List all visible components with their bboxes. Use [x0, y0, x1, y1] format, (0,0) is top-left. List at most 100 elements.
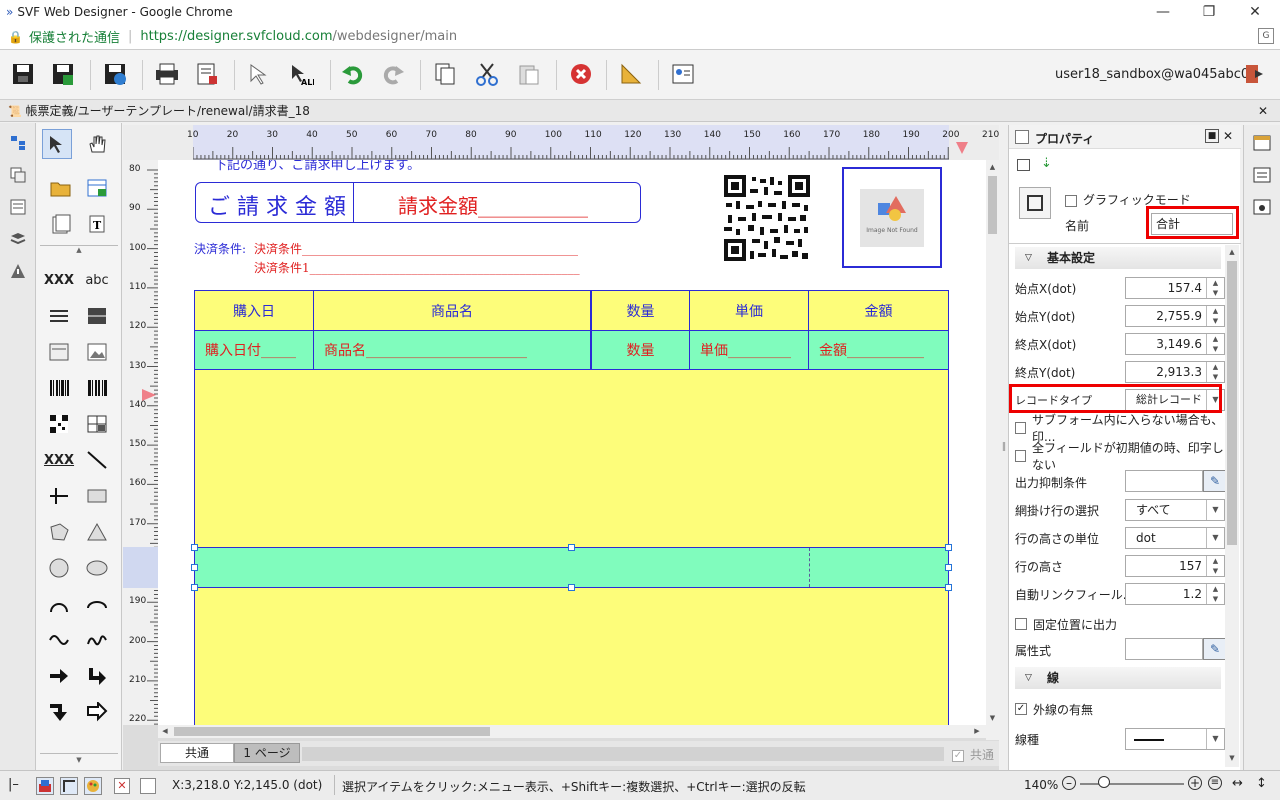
fit-height-icon[interactable]: ↕ — [1256, 776, 1267, 791]
data-source-icon[interactable] — [82, 173, 112, 203]
image-field[interactable]: Image Not Found — [842, 167, 942, 268]
rectangle-tool-icon[interactable] — [82, 481, 112, 511]
close-properties-icon[interactable]: ✕ — [1223, 129, 1233, 143]
close-window-button[interactable]: ✕ — [1232, 0, 1278, 24]
select-all-icon[interactable]: ALL — [286, 58, 316, 90]
table-detail-field[interactable]: 単価_________ — [689, 330, 809, 370]
polygon-tool-icon[interactable] — [44, 517, 74, 547]
table-header-cell[interactable]: 数量 — [591, 290, 690, 331]
zoom-fit-icon[interactable]: ≡ — [1208, 776, 1222, 790]
address-bar[interactable]: 🔒 保護された通信 | https://designer.svfcloud.co… — [0, 24, 1280, 50]
zoom-slider-track[interactable] — [1080, 783, 1184, 785]
barcode-icon[interactable] — [44, 373, 74, 403]
table-header-cell[interactable]: 単価 — [689, 290, 809, 331]
grid-toggle-icon[interactable] — [60, 777, 78, 795]
layers-icon[interactable] — [6, 227, 30, 251]
record-type-select[interactable]: 総計レコード ▼ — [1125, 389, 1225, 411]
resize-handle-tc[interactable] — [568, 544, 575, 551]
save-icon[interactable] — [8, 58, 38, 90]
qr-code[interactable] — [724, 175, 810, 261]
arrow-turn-down-icon[interactable] — [44, 697, 74, 727]
paste-icon[interactable] — [514, 58, 544, 90]
top-margin-marker[interactable] — [141, 388, 157, 402]
zoom-in-icon[interactable]: + — [1188, 776, 1202, 790]
resize-handle-mr[interactable] — [945, 564, 952, 571]
allfield-checkbox[interactable]: 全フィールドが初期値の時、印字しない — [1015, 441, 1225, 472]
resize-handle-bl[interactable] — [191, 584, 198, 591]
edit-pencil-icon[interactable]: ✎ — [1203, 470, 1227, 492]
print-icon[interactable] — [152, 58, 182, 90]
save-as-icon[interactable] — [48, 58, 78, 90]
start-y-input[interactable]: 2,755.9 ▲ ▼ — [1125, 305, 1225, 327]
table-detail-field[interactable]: 商品名_______________________ — [313, 330, 591, 370]
fixed-position-checkbox[interactable]: 固定位置に出力 — [1015, 612, 1225, 636]
logout-icon[interactable] — [1240, 58, 1270, 90]
section-basic-settings[interactable]: ▽ 基本設定 — [1015, 247, 1221, 269]
freehand-tool-icon[interactable] — [82, 625, 112, 655]
canvas-vertical-scrollbar[interactable]: ▲ ▼ — [986, 160, 999, 740]
arrow-right-icon[interactable] — [44, 661, 74, 691]
horizontal-scroll-thumb[interactable] — [174, 727, 490, 736]
barcode2-icon[interactable] — [82, 373, 112, 403]
color-palette-icon[interactable] — [36, 777, 54, 795]
pin-icon[interactable]: ■ — [1205, 129, 1219, 143]
invoice-amount-field[interactable]: 請求金額___________ — [398, 190, 588, 219]
auto-link-input[interactable]: 1.2 ▲ ▼ — [1125, 583, 1225, 605]
table-detail-field[interactable]: 購入日付_____ — [194, 330, 314, 370]
table-header-cell[interactable]: 購入日 — [194, 290, 314, 331]
literal-tool-label[interactable]: abc — [82, 265, 112, 295]
attribute-pencil-icon[interactable]: ✎ — [1203, 638, 1227, 660]
restore-button[interactable]: ❐ — [1186, 0, 1232, 24]
resize-handle-br[interactable] — [945, 584, 952, 591]
image-tool-icon[interactable] — [82, 337, 112, 367]
minimize-button[interactable]: — — [1140, 0, 1186, 24]
line-type-select[interactable]: ▼ — [1125, 728, 1225, 750]
preview-panel-icon[interactable] — [1252, 197, 1272, 217]
payment-terms-label[interactable]: 決済条件: — [194, 240, 246, 257]
repeat-field-label[interactable]: XXX — [44, 445, 74, 475]
arc-tool-icon[interactable] — [44, 589, 74, 619]
open-folder-icon[interactable] — [46, 173, 76, 203]
text-tool-icon[interactable]: T — [82, 209, 112, 239]
cross-line-icon[interactable] — [44, 481, 74, 511]
line-tool-icon[interactable] — [82, 445, 112, 475]
select-cursor-icon[interactable] — [244, 58, 274, 90]
table-detail-field[interactable]: 金額___________ — [808, 330, 949, 370]
align-left-icon[interactable]: |– — [8, 777, 19, 792]
qrcode-tool-icon[interactable] — [44, 409, 74, 439]
tab-common[interactable]: 共通 — [160, 743, 234, 763]
stripe-select[interactable]: すべて ▼ — [1125, 499, 1225, 521]
ellipse-arc-icon[interactable] — [82, 589, 112, 619]
table-detail-field[interactable]: 数量 — [591, 330, 690, 370]
suppress-input[interactable] — [1125, 470, 1203, 492]
delete-icon[interactable] — [566, 58, 596, 90]
record-icon[interactable] — [82, 301, 112, 331]
subform-checkbox[interactable]: サブフォーム内に入らない場合も、印... — [1015, 413, 1225, 444]
preview-icon[interactable] — [192, 58, 222, 90]
end-y-input[interactable]: 2,913.3 ▲ ▼ — [1125, 361, 1225, 383]
green-arrow-icon[interactable]: ⇣ — [1041, 156, 1052, 171]
zoom-slider-thumb[interactable] — [1098, 776, 1110, 788]
pointer-tool-icon[interactable] — [42, 129, 72, 159]
layout-panel-icon[interactable] — [1252, 165, 1272, 185]
end-x-input[interactable]: 3,149.6 ▲ ▼ — [1125, 333, 1225, 355]
circle-tool-icon[interactable] — [44, 553, 74, 583]
redo-icon[interactable] — [378, 58, 408, 90]
graphic-mode-checkbox[interactable]: グラフィックモード — [1065, 191, 1191, 208]
save-history-icon[interactable] — [100, 58, 130, 90]
multi-field-icon[interactable] — [44, 301, 74, 331]
subform-icon[interactable] — [6, 163, 30, 187]
payment-terms-field-2[interactable]: 決済条件1___________________________________… — [254, 259, 632, 276]
cut-icon[interactable] — [472, 58, 502, 90]
attribute-input[interactable] — [1125, 638, 1203, 660]
name-input[interactable]: 合計 — [1151, 213, 1233, 235]
resize-handle-tl[interactable] — [191, 544, 198, 551]
payment-terms-field[interactable]: 決済条件____________________________________… — [254, 240, 632, 257]
palette-scroll-up-icon[interactable]: ▲ — [40, 245, 118, 254]
outer-line-checkbox[interactable]: ✓ 外線の有無 — [1015, 697, 1225, 721]
properties-panel-icon[interactable] — [1252, 133, 1272, 153]
resize-handle-ml[interactable] — [191, 564, 198, 571]
puzzle-tool-icon[interactable] — [82, 409, 112, 439]
zoom-out-icon[interactable]: – — [1062, 776, 1076, 790]
ellipse-tool-icon[interactable] — [82, 553, 112, 583]
